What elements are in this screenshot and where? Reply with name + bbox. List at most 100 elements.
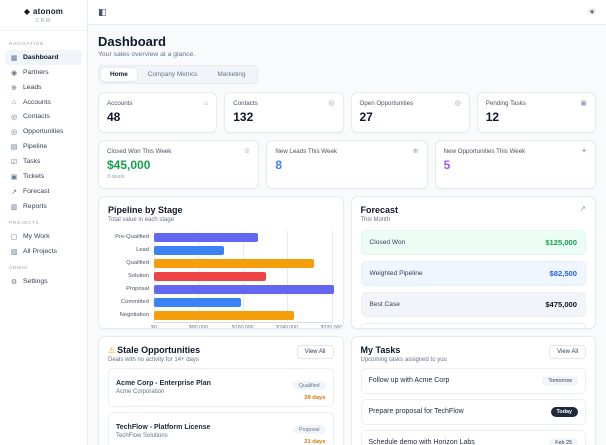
- main-column: ◧ ☀ Dashboard Your sales overview at a g…: [88, 0, 606, 445]
- target-icon: ◎: [10, 128, 18, 136]
- weekly-subtext: 3 deals: [107, 174, 125, 180]
- chart-row: Solution: [108, 270, 334, 283]
- opportunity-name: TechFlow - Platform License: [116, 423, 211, 431]
- sidebar-item-dashboard[interactable]: ▦ Dashboard: [5, 50, 82, 65]
- chart-row: Proposal: [108, 283, 334, 296]
- task-row[interactable]: Schedule demo with Horizon Labs Feb 25: [360, 429, 586, 445]
- tasks-subtitle: Upcoming tasks assigned to you: [360, 356, 447, 363]
- nav-section-label: Admin: [9, 266, 28, 271]
- weekly-card-closed-won-this-week[interactable]: Closed Won This Week ♕ $45,000 3 deals: [98, 140, 260, 189]
- forecast-title: Forecast: [360, 205, 399, 215]
- sidebar-item-label: Tickets: [23, 173, 45, 180]
- chart-title: Pipeline by Stage: [108, 205, 183, 215]
- sidebar-item-label: Pipeline: [23, 143, 48, 150]
- sidebar-toggle-icon[interactable]: ◧: [98, 7, 107, 17]
- sidebar-item-tasks[interactable]: ☑ Tasks: [5, 154, 82, 169]
- users-icon: ◎: [10, 113, 18, 121]
- stat-label: Open Opportunities: [359, 100, 414, 107]
- gear-icon: ⚙: [10, 278, 18, 286]
- stat-card-open-opportunities[interactable]: Open Opportunities ◎ 27: [350, 92, 470, 133]
- chart-bar-qualified[interactable]: [154, 258, 314, 268]
- grid-icon: ▦: [10, 54, 18, 62]
- sidebar-item-label: Partners: [23, 69, 49, 76]
- sidebar-item-label: Forecast: [23, 188, 50, 195]
- stale-view-all-button[interactable]: View All: [296, 345, 334, 359]
- chart-bar-lead[interactable]: [154, 245, 225, 255]
- tab-home[interactable]: Home: [101, 68, 137, 81]
- stat-value: 132: [233, 110, 254, 124]
- sidebar-item-reports[interactable]: ▥ Reports: [5, 199, 82, 214]
- weekly-card-new-leads-this-week[interactable]: New Leads This Week ⊕ 8: [266, 140, 428, 189]
- stat-card-accounts[interactable]: Accounts ⌂ 48: [98, 92, 218, 133]
- sidebar-item-my-work[interactable]: ▢ My Work: [5, 229, 82, 244]
- chart-category-label: Committed: [120, 299, 149, 305]
- weekly-card-new-opportunities-this-week[interactable]: New Opportunities This Week ✦ 5: [434, 140, 596, 189]
- x-tick-label: $160,000: [231, 324, 254, 329]
- sidebar-item-contacts[interactable]: ◎ Contacts: [5, 109, 82, 124]
- pipeline-bar-chart: Pre-Qualified Lead Qualified Solution Propos…: [108, 230, 342, 329]
- tab-marketing[interactable]: Marketing: [208, 68, 254, 81]
- stale-opportunity-row[interactable]: Acme Corp - Enterprise Plan Acme Corporat…: [108, 367, 334, 407]
- brand-name: atonom: [33, 7, 64, 16]
- tasks-view-all-button[interactable]: View All: [549, 345, 586, 359]
- warning-icon: ⚠: [108, 346, 116, 355]
- forecast-row-weighted-pipeline: Weighted Pipeline $82,500: [360, 260, 586, 286]
- weekly-card-row: Closed Won This Week ♕ $45,000 3 deals New L…: [98, 140, 596, 189]
- sidebar-item-label: Tasks: [23, 158, 41, 165]
- dashboard-content: Dashboard Your sales overview at a glanc…: [88, 25, 606, 445]
- stage-badge: Qualified: [293, 381, 326, 390]
- brand-subtitle: CRM: [35, 18, 52, 24]
- ticket-icon: ▣: [10, 173, 18, 181]
- users-icon: ◎: [328, 100, 335, 107]
- chart-category-label: Negotiation: [119, 312, 149, 318]
- stat-card-contacts[interactable]: Contacts ◎ 132: [224, 92, 344, 133]
- tab-company-metrics[interactable]: Company Metrics: [139, 68, 207, 81]
- chart-row: Pre-Qualified: [108, 231, 334, 244]
- sidebar-item-label: Opportunities: [23, 128, 64, 135]
- trending-up-icon: ↗: [579, 204, 586, 213]
- weekly-value: 5: [443, 158, 451, 172]
- sidebar-item-forecast[interactable]: ↗ Forecast: [5, 184, 82, 199]
- forecast-row-value: $125,000: [545, 237, 577, 247]
- weekly-label: New Opportunities This Week: [443, 148, 526, 155]
- chart-category-label: Pre-Qualified: [115, 234, 149, 240]
- chart-bar-pre-qualified[interactable]: [154, 232, 258, 242]
- task-row[interactable]: Prepare proposal for TechFlow Today: [360, 398, 586, 425]
- chart-bar-proposal[interactable]: [154, 284, 334, 294]
- dashboard-tabs: Home Company Metrics Marketing: [98, 65, 258, 84]
- sidebar-item-settings[interactable]: ⚙ Settings: [5, 274, 82, 289]
- forecast-subtitle: This Month: [360, 216, 391, 223]
- forecast-rows: Closed Won $125,000 Weighted Pipeline $82,5…: [360, 229, 586, 328]
- sidebar-item-leads[interactable]: ⊕ Leads: [5, 80, 82, 95]
- report-icon: ▥: [10, 203, 18, 211]
- my-tasks-card: My Tasks Upcoming tasks assigned to you …: [350, 336, 596, 445]
- chart-bar-negotiation[interactable]: [154, 310, 295, 320]
- stale-opportunity-row[interactable]: TechFlow - Platform License TechFlow Solu…: [108, 411, 334, 445]
- stat-card-pending-tasks[interactable]: Pending Tasks ▣ 12: [476, 92, 596, 133]
- stat-label: Pending Tasks: [485, 100, 526, 107]
- logo-icon: ◆: [23, 7, 31, 16]
- building-icon: ⌂: [204, 100, 209, 107]
- weekly-value: 8: [275, 158, 283, 172]
- chart-bar-committed[interactable]: [154, 297, 241, 307]
- sidebar-item-tickets[interactable]: ▣ Tickets: [5, 169, 82, 184]
- sidebar-item-accounts[interactable]: ⌂ Accounts: [5, 95, 82, 109]
- sidebar-item-opportunities[interactable]: ◎ Opportunities: [5, 124, 82, 139]
- stat-value: 27: [359, 110, 373, 124]
- weekly-label: Closed Won This Week: [107, 148, 172, 155]
- stat-label: Contacts: [233, 100, 258, 107]
- bottom-row: ⚠ Stale Opportunities Deals with no activ…: [98, 336, 596, 445]
- task-due-badge: Tomorrow: [542, 375, 578, 386]
- theme-toggle-sun-icon[interactable]: ☀: [588, 7, 596, 17]
- middle-row: Pipeline by Stage Total value in each st…: [98, 196, 596, 329]
- chart-bar-solution[interactable]: [154, 271, 267, 281]
- sidebar-item-all-projects[interactable]: ▧ All Projects: [5, 244, 82, 259]
- sidebar-item-pipeline[interactable]: ▤ Pipeline: [5, 139, 82, 154]
- chart-subtitle: Total value in each stage: [108, 216, 175, 223]
- forecast-row-target: Target$200,000: [360, 322, 586, 328]
- stat-value: 12: [485, 110, 500, 124]
- sidebar-item-partners[interactable]: ◉ Partners: [5, 65, 82, 80]
- user-plus-icon: ⊕: [412, 148, 419, 155]
- sidebar-item-label: Dashboard: [23, 54, 59, 61]
- task-row[interactable]: Follow up with Acme Corp Tomorrow: [360, 367, 586, 394]
